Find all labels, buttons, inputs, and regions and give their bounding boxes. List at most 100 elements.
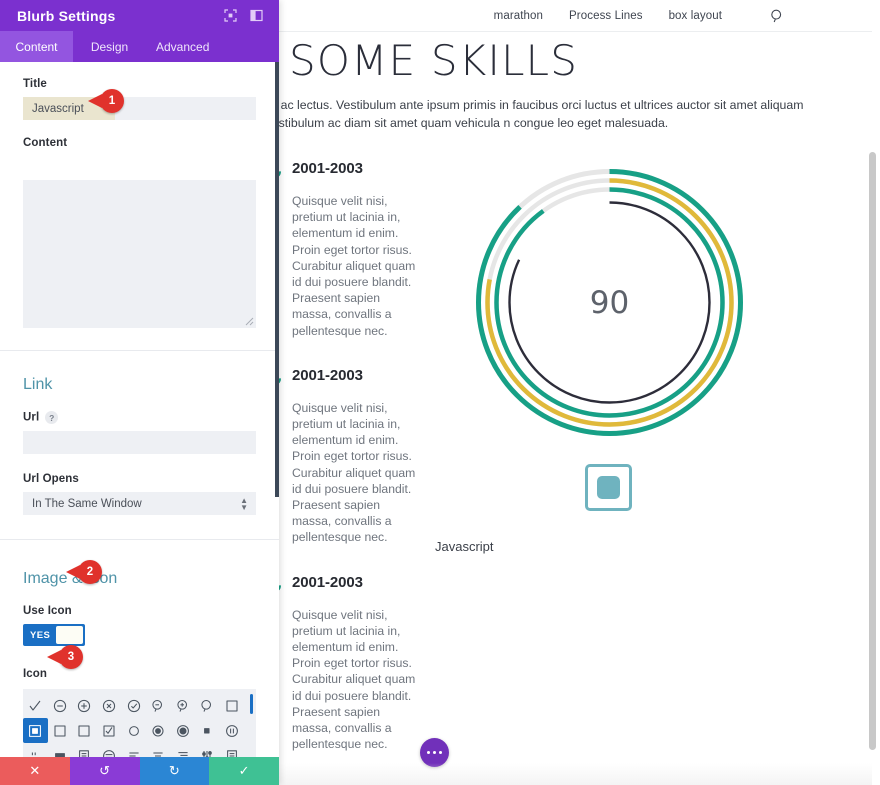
dot — [438, 750, 443, 755]
blurb-settings-panel: Blurb Settings Content Design Advanced T… — [0, 0, 279, 785]
panel-footer: ✕ ↺ ↻ ✓ — [0, 757, 279, 785]
link-section: Link Url? Url Opens In The Same Window ▲… — [0, 376, 279, 515]
checkbox-checked-icon[interactable] — [97, 718, 122, 743]
sliders-icon[interactable] — [195, 743, 220, 757]
timeline-text: Quisque velit nisi, pretium ut lacinia i… — [292, 194, 416, 338]
title-input[interactable] — [23, 97, 256, 120]
panel-titlebar: Blurb Settings — [0, 0, 279, 31]
circle-outline-icon[interactable] — [121, 718, 146, 743]
panel-scroll-area: Title Content ADD MEDIA Visual Text — [0, 62, 279, 757]
dot — [432, 750, 437, 755]
circular-progress-chart: 90 — [472, 165, 747, 440]
icon-row — [23, 743, 256, 757]
stop-square-icon — [585, 464, 632, 511]
toggle-knob — [56, 626, 83, 644]
blurb-title-text: Javascript — [435, 539, 494, 554]
nav-link-process-lines[interactable]: Process Lines — [569, 10, 643, 22]
nav-link-marathon[interactable]: marathon — [494, 10, 543, 22]
expand-icon[interactable] — [219, 5, 241, 27]
list-item: 2001-2003 Quisque velit nisi, pretium ut… — [262, 573, 464, 753]
radio-filled-icon[interactable] — [171, 718, 196, 743]
callout-badge-2: 2 — [66, 560, 102, 584]
title-field-block: Title — [0, 62, 279, 120]
content-textarea[interactable] — [23, 180, 256, 328]
paragraph-icon[interactable] — [48, 743, 73, 757]
icon-grid-scrollbar[interactable] — [249, 694, 253, 714]
icon-row — [23, 693, 256, 718]
icon-inner-square — [597, 476, 620, 499]
icon-row — [23, 718, 256, 743]
align-justify-icon[interactable] — [171, 743, 196, 757]
image-icon-section: Image & Icon Use Icon YES Icon — [0, 570, 279, 680]
timeline-year: 2001-2003 — [292, 160, 363, 177]
search-icon[interactable] — [195, 693, 220, 718]
use-icon-label: Use Icon — [23, 605, 72, 617]
url-label-text: Url — [23, 411, 40, 424]
zoom-out-icon[interactable] — [146, 693, 171, 718]
search-icon[interactable] — [770, 9, 784, 23]
tab-design[interactable]: Design — [73, 31, 146, 62]
resize-handle-icon[interactable] — [245, 317, 254, 326]
circle-lines-icon[interactable] — [97, 743, 122, 757]
times-circle-icon[interactable] — [97, 693, 122, 718]
url-input[interactable] — [23, 431, 256, 454]
panel-tabs: Content Design Advanced — [0, 31, 279, 62]
icon-picker-grid[interactable] — [23, 689, 256, 757]
nav-link-box-layout[interactable]: box layout — [669, 10, 722, 22]
list-item: 2001-2003 Quisque velit nisi, pretium ut… — [262, 160, 464, 339]
page-scrollbar[interactable] — [869, 152, 876, 750]
content-label: Content — [23, 137, 68, 149]
timeline-year: 2001-2003 — [292, 366, 363, 384]
url-opens-value: In The Same Window — [32, 497, 142, 510]
check-circle-icon[interactable] — [121, 693, 146, 718]
panel-scrollbar[interactable] — [275, 62, 279, 497]
callout-badge-1: 1 — [88, 89, 124, 113]
image-icon-section-title: Image & Icon — [23, 570, 118, 587]
check-icon[interactable] — [23, 693, 48, 718]
small-square-icon[interactable] — [195, 718, 220, 743]
align-left-icon[interactable] — [121, 743, 146, 757]
divider — [0, 350, 279, 351]
url-label: Url? — [23, 411, 256, 424]
timeline-text: Quisque velit nisi, pretium ut lacinia i… — [292, 607, 416, 752]
url-opens-select[interactable]: In The Same Window ▲ ▼ — [23, 492, 256, 515]
pause-circle-icon[interactable] — [220, 718, 245, 743]
square-icon[interactable] — [220, 693, 245, 718]
content-field-block: Content ADD MEDIA Visual Text — [0, 137, 279, 328]
icon-label: Icon — [23, 668, 48, 680]
radio-selected-icon[interactable] — [146, 718, 171, 743]
tab-content[interactable]: Content — [0, 31, 73, 62]
timeline-text: Quisque velit nisi, pretium ut lacinia i… — [292, 400, 416, 545]
plus-circle-icon[interactable] — [72, 693, 97, 718]
document-icon[interactable] — [220, 743, 245, 757]
save-button[interactable]: ✓ — [209, 757, 279, 785]
tab-advanced[interactable]: Advanced — [146, 31, 219, 62]
close-button[interactable]: ✕ — [0, 757, 70, 785]
stop-square-icon[interactable] — [23, 718, 48, 743]
link-section-title: Link — [23, 376, 53, 393]
quote-icon[interactable] — [23, 743, 48, 757]
use-icon-toggle[interactable]: YES — [23, 624, 85, 646]
checkbox-empty-2-icon[interactable] — [72, 718, 97, 743]
help-icon[interactable]: ? — [45, 411, 59, 424]
title-label: Title — [23, 78, 47, 90]
undo-button[interactable]: ↺ — [69, 757, 140, 785]
minus-circle-icon[interactable] — [48, 693, 73, 718]
url-opens-label: Url Opens — [23, 473, 79, 485]
zoom-in-icon[interactable] — [171, 693, 196, 718]
content-editor: ADD MEDIA Visual Text — [23, 180, 256, 328]
chevron-updown-icon: ▲ ▼ — [240, 495, 248, 512]
callout-badge-3: 3 — [47, 645, 83, 669]
document-lines-icon[interactable] — [72, 743, 97, 757]
checkbox-empty-icon[interactable] — [48, 718, 73, 743]
use-icon-value: YES — [30, 629, 51, 641]
timeline-year: 2001-2003 — [292, 573, 363, 591]
layout-toggle-icon[interactable] — [245, 5, 267, 27]
redo-button[interactable]: ↻ — [139, 757, 210, 785]
list-item: 2001-2003 Quisque velit nisi, pretium ut… — [262, 366, 464, 546]
align-center-icon[interactable] — [146, 743, 171, 757]
divider — [0, 539, 279, 540]
timeline-list: 2001-2003 Quisque velit nisi, pretium ut… — [262, 160, 464, 753]
screen-root: marathon Process Lines box layout ICE AN… — [0, 0, 880, 785]
site-nav: marathon Process Lines box layout — [494, 9, 784, 23]
